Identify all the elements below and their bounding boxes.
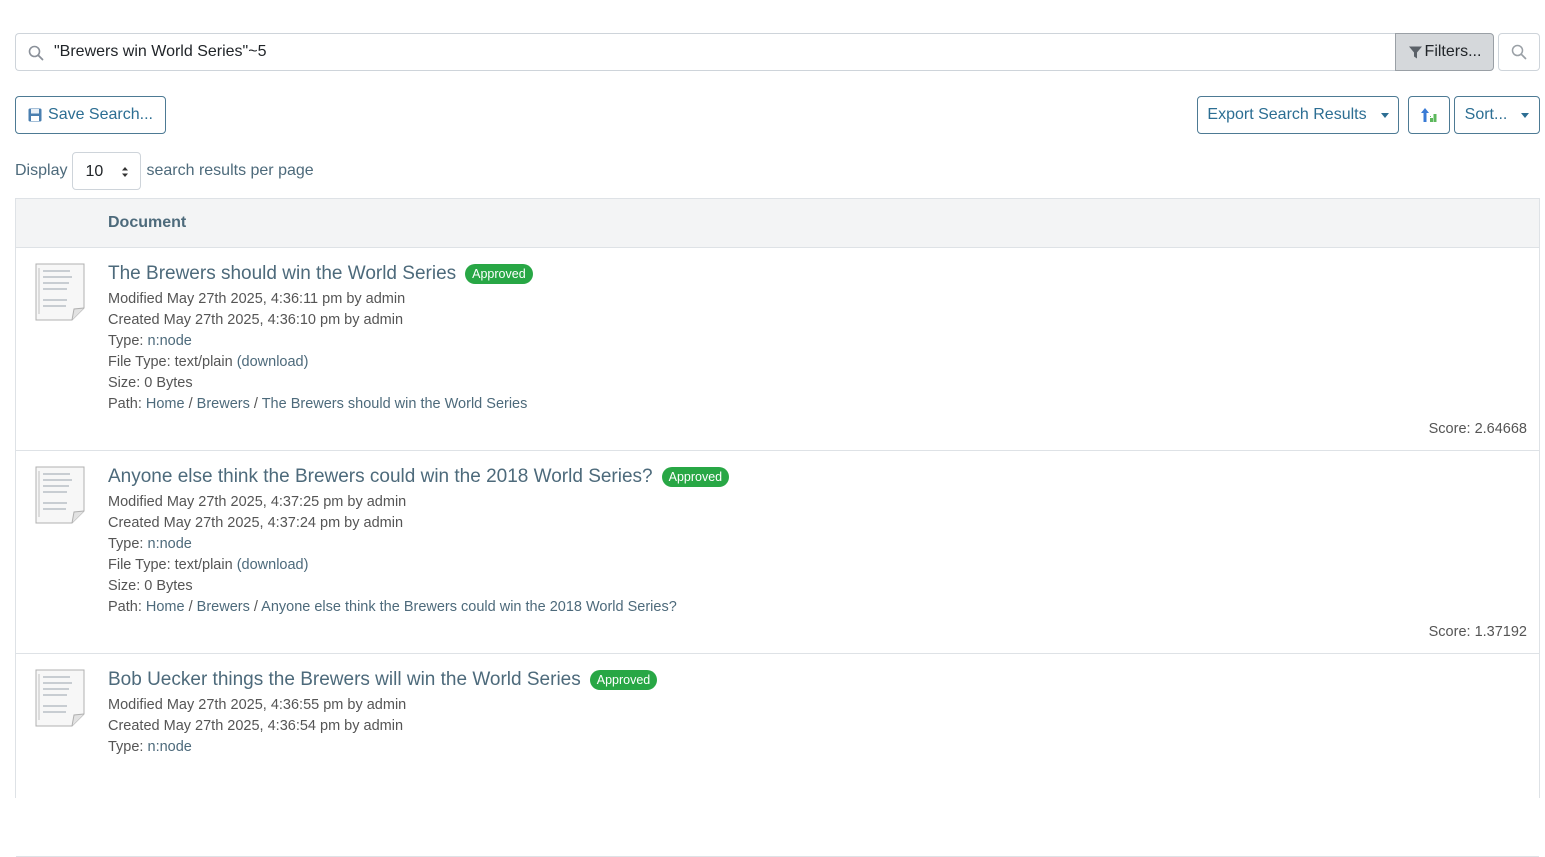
chevron-down-icon [1380, 112, 1389, 118]
export-results-button[interactable]: Export Search Results [1197, 96, 1399, 134]
search-field[interactable] [15, 33, 1396, 71]
result-title-link[interactable]: The Brewers should win the World Series [108, 263, 456, 285]
score-value: 2.64668 [1474, 421, 1527, 437]
created-info: Created May 27th 2025, 4:36:10 pm by adm… [108, 312, 404, 328]
result-details: Anyone else think the Brewers could win … [108, 463, 1527, 618]
search-input[interactable] [54, 34, 1384, 70]
chevron-down-icon [1521, 112, 1530, 118]
file-type-info: File Type: text/plain (download) [108, 352, 1527, 373]
path-folder-link[interactable]: Brewers [197, 599, 250, 615]
per-page-value: 10 [85, 163, 104, 180]
table-row: Bob Uecker things the Brewers will win t… [16, 654, 1539, 857]
filter-icon [1408, 46, 1422, 58]
sort-label: Sort... [1464, 106, 1508, 123]
size-info: Size: 0 Bytes [108, 373, 1527, 394]
type-info: Type: n:node [108, 534, 1527, 555]
filters-label: Filters... [1424, 43, 1482, 60]
search-button[interactable] [1498, 33, 1540, 71]
search-icon [28, 45, 44, 61]
path-separator: / [184, 396, 197, 412]
relevance-score: Score: 1.37192 [1429, 624, 1527, 640]
relevance-score: Score: 2.64668 [1429, 421, 1527, 437]
save-search-label: Save Search... [48, 106, 153, 123]
result-title-link[interactable]: Bob Uecker things the Brewers will win t… [108, 669, 581, 691]
sort-direction-button[interactable] [1408, 96, 1450, 134]
file-type-info: File Type: text/plain (download) [108, 555, 1527, 576]
download-link[interactable]: (download) [237, 354, 309, 370]
status-badge: Approved [661, 466, 730, 488]
per-page-select[interactable]: 10 [72, 152, 142, 190]
modified-info: Modified May 27th 2025, 4:37:25 pm by ad… [108, 494, 407, 510]
result-title-row: Bob Uecker things the Brewers will win t… [108, 666, 1527, 694]
size-value: 0 Bytes [144, 578, 193, 594]
size-label: Size: [108, 578, 145, 594]
sort-button[interactable]: Sort... [1454, 96, 1540, 134]
type-label: Type: [108, 739, 148, 755]
size-value: 0 Bytes [144, 375, 193, 391]
results-table: Document The Brewers should win the Worl… [15, 198, 1540, 857]
type-link[interactable]: n:node [148, 739, 192, 755]
result-details: The Brewers should win the World Series … [108, 260, 1527, 415]
type-info: Type: n:node [108, 737, 1527, 758]
save-search-button[interactable]: Save Search... [15, 96, 166, 134]
path-separator: / [249, 396, 262, 412]
path-separator: / [184, 599, 197, 615]
path-separator: / [249, 599, 262, 615]
path-home-link[interactable]: Home [146, 396, 185, 412]
document-column-header: Document [108, 214, 187, 231]
result-details: Bob Uecker things the Brewers will win t… [108, 666, 1527, 758]
status-badge: Approved [589, 669, 658, 691]
type-link[interactable]: n:node [148, 333, 192, 349]
file-type-label: File Type: [108, 354, 175, 370]
type-info: Type: n:node [108, 331, 1527, 352]
result-title-row: Anyone else think the Brewers could win … [108, 463, 1527, 491]
filters-button[interactable]: Filters... [1395, 33, 1494, 71]
modified-info: Modified May 27th 2025, 4:36:11 pm by ad… [108, 291, 406, 307]
path-label: Path: [108, 599, 146, 615]
type-link[interactable]: n:node [148, 536, 192, 552]
result-title-row: The Brewers should win the World Series … [108, 260, 1527, 288]
size-label: Size: [108, 375, 145, 391]
search-bar: Filters... [15, 33, 1540, 71]
table-row: The Brewers should win the World Series … [16, 248, 1539, 451]
document-icon[interactable] [34, 668, 86, 728]
download-link[interactable]: (download) [237, 557, 309, 573]
document-icon[interactable] [34, 262, 86, 322]
results-per-page-control: Display 10 search results per page [15, 152, 314, 190]
sort-ascending-icon [1421, 108, 1437, 122]
search-icon [1511, 44, 1527, 60]
type-label: Type: [108, 536, 148, 552]
status-badge: Approved [465, 263, 533, 285]
display-suffix: search results per page [146, 162, 314, 179]
table-header: Document [16, 199, 1539, 248]
created-info: Created May 27th 2025, 4:37:24 pm by adm… [108, 515, 404, 531]
path-info: Path: Home / Brewers / Anyone else think… [108, 597, 1527, 618]
document-icon[interactable] [34, 465, 86, 525]
display-prefix: Display [15, 162, 68, 179]
result-title-link[interactable]: Anyone else think the Brewers could win … [108, 466, 653, 488]
modified-info: Modified May 27th 2025, 4:36:55 pm by ad… [108, 697, 407, 713]
created-info: Created May 27th 2025, 4:36:54 pm by adm… [108, 718, 404, 734]
select-arrows-icon [122, 167, 129, 177]
path-folder-link[interactable]: Brewers [197, 396, 250, 412]
type-label: Type: [108, 333, 148, 349]
path-document-link[interactable]: Anyone else think the Brewers could win … [261, 599, 677, 615]
score-value: 1.37192 [1474, 624, 1527, 640]
table-row: Anyone else think the Brewers could win … [16, 451, 1539, 654]
export-results-label: Export Search Results [1207, 106, 1367, 123]
path-info: Path: Home / Brewers / The Brewers shoul… [108, 394, 1527, 415]
path-document-link[interactable]: The Brewers should win the World Series [262, 396, 528, 412]
path-label: Path: [108, 396, 146, 412]
floppy-disk-icon [28, 108, 42, 122]
score-label: Score: [1428, 624, 1475, 640]
file-type-value: text/plain [174, 557, 233, 573]
score-label: Score: [1428, 421, 1475, 437]
path-home-link[interactable]: Home [146, 599, 185, 615]
file-type-value: text/plain [174, 354, 233, 370]
size-info: Size: 0 Bytes [108, 576, 1527, 597]
file-type-label: File Type: [108, 557, 175, 573]
